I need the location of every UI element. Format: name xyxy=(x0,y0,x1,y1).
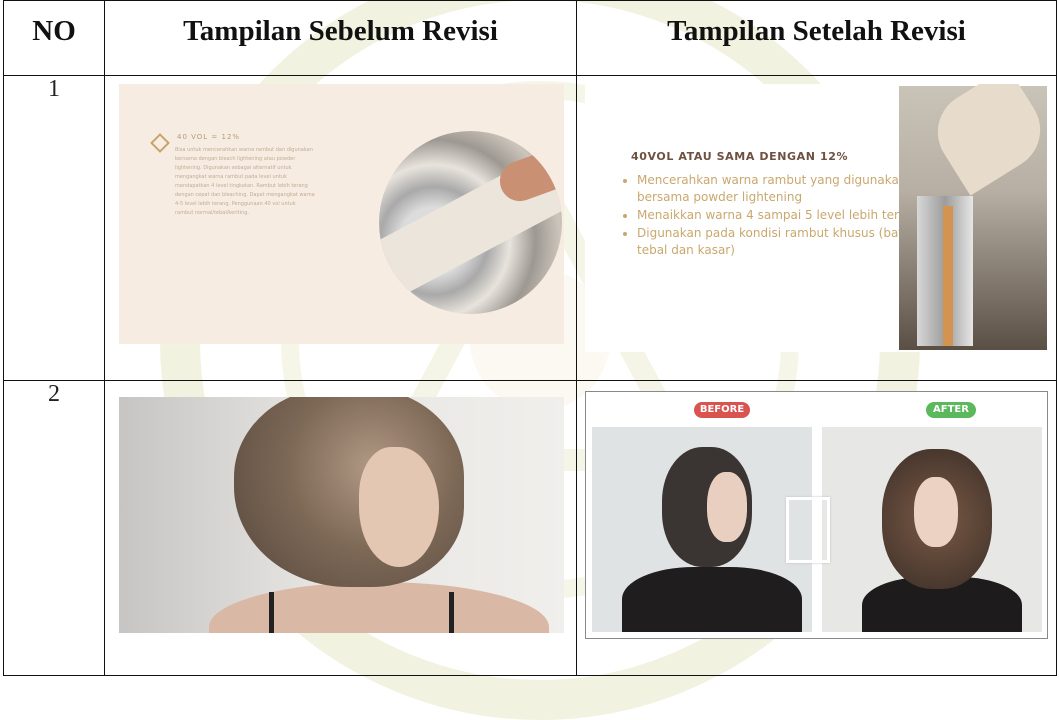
after-photo xyxy=(822,427,1042,632)
hair-photo-before xyxy=(119,397,564,633)
slide-title: 40VOL ATAU SAMA DENGAN 12% xyxy=(631,150,849,163)
after-cell: BEFORE AFTER xyxy=(576,380,1057,676)
header-before: Tampilan Sebelum Revisi xyxy=(104,0,577,76)
foil-photo xyxy=(899,84,1048,350)
after-cell: 40VOL ATAU SAMA DENGAN 12% Mencerahkan w… xyxy=(576,75,1057,381)
bullet-item: Menaikkan warna 4 sampai 5 level lebih t… xyxy=(637,207,927,224)
bullet-item: Digunakan pada kondisi rambut khusus (ba… xyxy=(637,225,927,259)
header-no: NO xyxy=(3,0,105,76)
before-cell xyxy=(104,380,577,676)
row-number: 1 xyxy=(3,75,105,381)
before-cell: 40 VOL = 12% Bisa untuk mencerahkan warn… xyxy=(104,75,577,381)
slide-heading: 40 VOL = 12% xyxy=(177,133,241,141)
after-badge: AFTER xyxy=(926,402,976,418)
header-row: NO Tampilan Sebelum Revisi Tampilan Sete… xyxy=(3,0,1057,76)
slide-after-1: 40VOL ATAU SAMA DENGAN 12% Mencerahkan w… xyxy=(585,84,1048,352)
bullet-item: Mencerahkan warna rambut yang digunakan … xyxy=(637,172,927,206)
row-number: 2 xyxy=(3,380,105,676)
table-row: 2 BEFORE AFTER xyxy=(3,380,1057,676)
slide-text: Bisa untuk mencerahkan warna rambut dan … xyxy=(175,147,315,216)
slide-before-1: 40 VOL = 12% Bisa untuk mencerahkan warn… xyxy=(119,84,564,344)
bullet-list: Mencerahkan warna rambut yang digunakan … xyxy=(623,172,927,260)
revision-table: NO Tampilan Sebelum Revisi Tampilan Sete… xyxy=(3,0,1057,676)
foil-photo-circle xyxy=(379,131,562,314)
table-row: 1 40 VOL = 12% Bisa untuk mencerahkan wa… xyxy=(3,75,1057,381)
before-badge: BEFORE xyxy=(694,402,750,418)
before-photo xyxy=(592,427,812,632)
diamond-icon xyxy=(150,133,170,153)
before-after-photo: BEFORE AFTER xyxy=(585,391,1048,639)
header-after: Tampilan Setelah Revisi xyxy=(576,0,1057,76)
frame-decoration xyxy=(786,497,830,563)
